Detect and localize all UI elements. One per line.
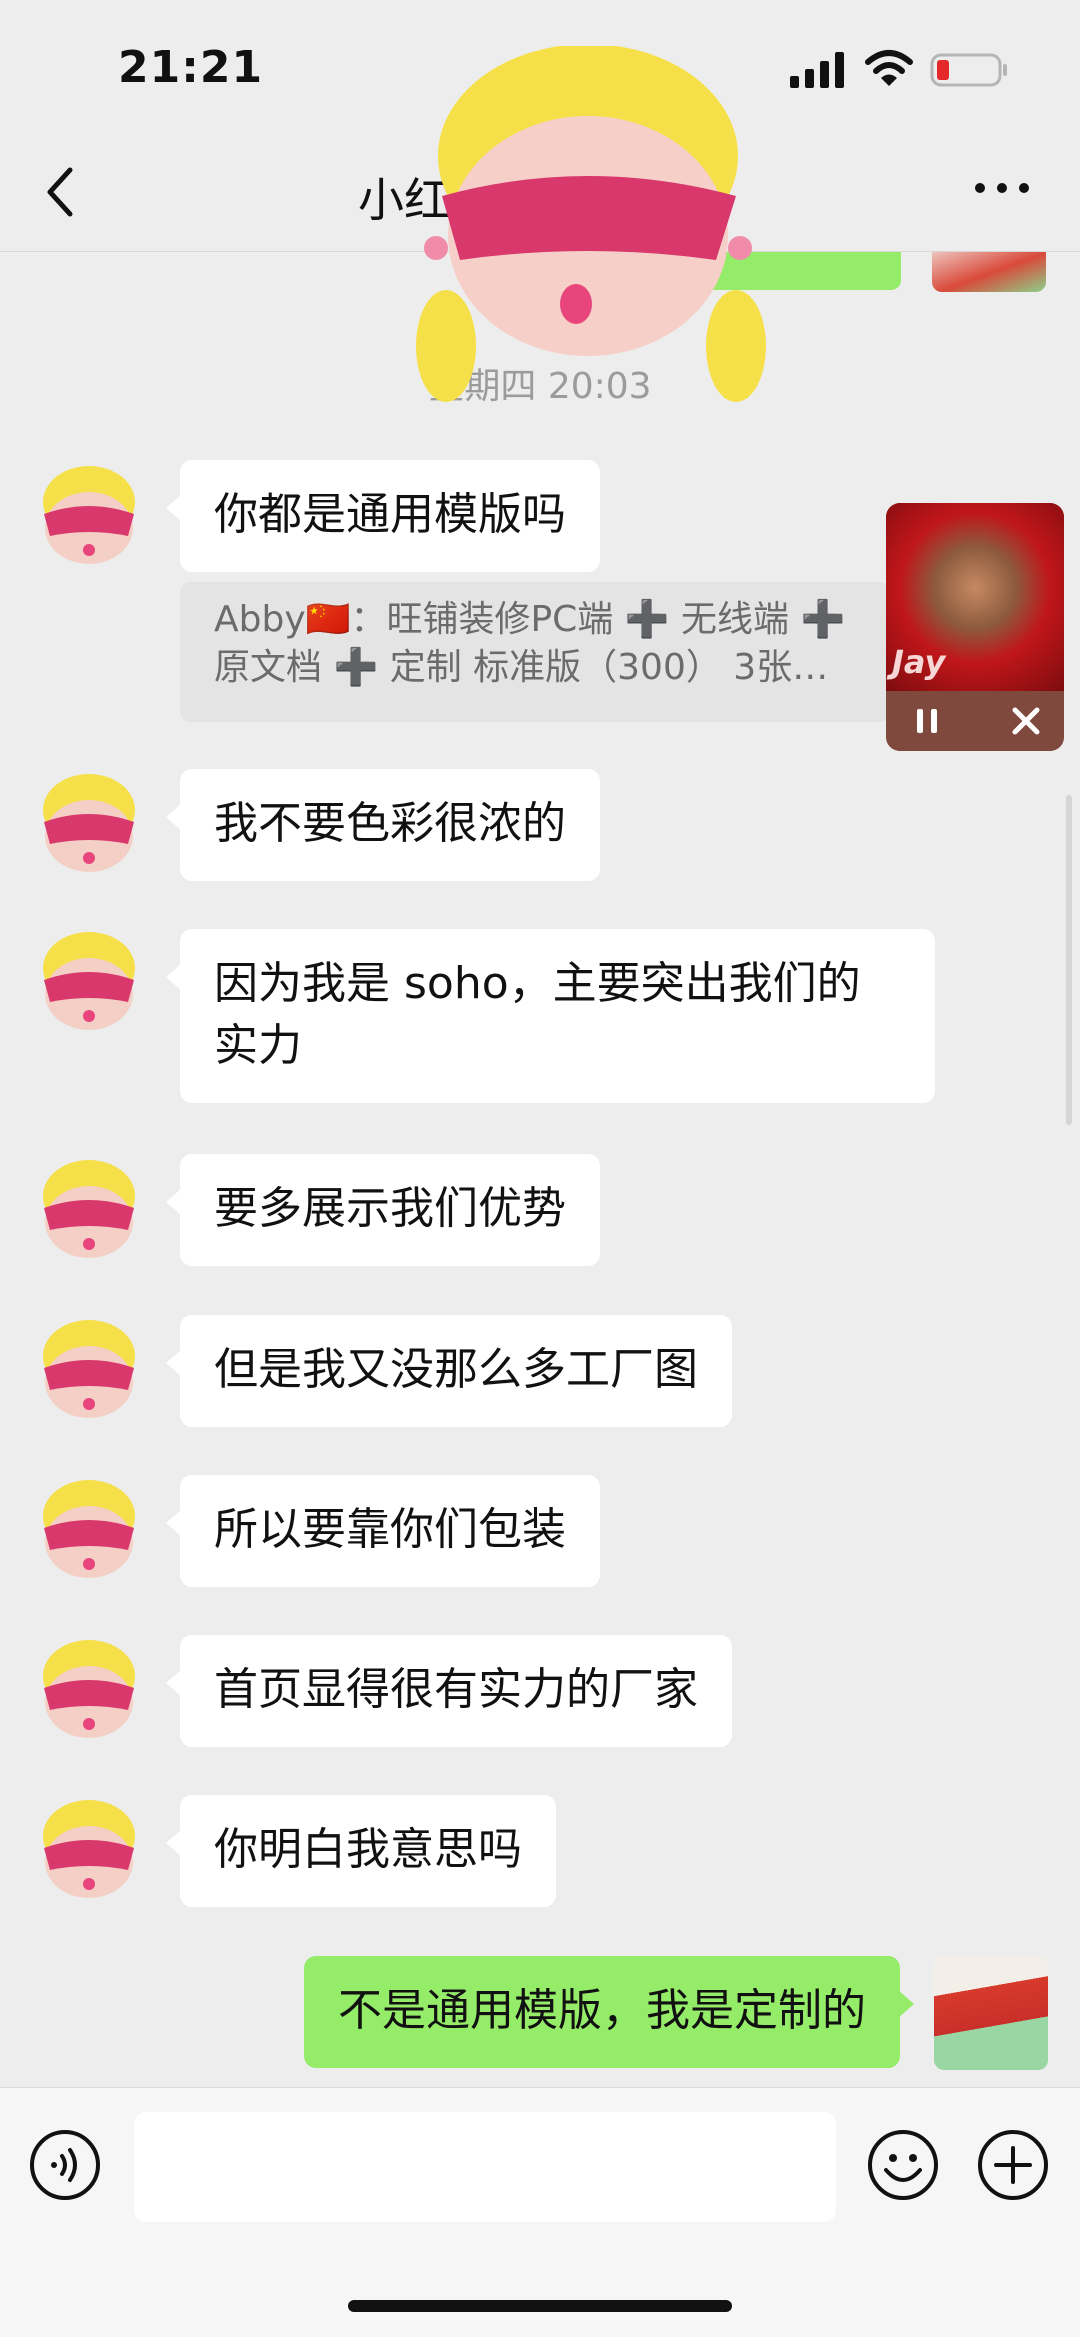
contact-avatar[interactable] <box>32 1796 146 1910</box>
quote-line-2: 原文档 ➕ 定制 标准版（300） 3张… <box>214 647 829 688</box>
home-indicator[interactable] <box>348 2300 732 2312</box>
status-time: 21:21 <box>118 42 264 93</box>
contact-avatar[interactable] <box>32 462 146 576</box>
contact-avatar[interactable] <box>32 770 146 884</box>
incoming-message[interactable]: 所以要靠你们包装 <box>166 1475 600 1587</box>
contact-avatar[interactable] <box>32 1476 146 1590</box>
player-controls <box>886 691 1064 751</box>
voice-icon[interactable] <box>28 2128 102 2202</box>
mini-music-player[interactable]: Jay <box>886 503 1064 751</box>
self-avatar[interactable] <box>932 252 1046 292</box>
sticker-overlay <box>416 46 766 402</box>
incoming-message[interactable]: 因为我是 soho，主要突出我们的实力 <box>166 929 935 1103</box>
more-icon[interactable] <box>972 178 1032 198</box>
quote-line-1: Abby🇨🇳：旺铺装修PC端 ➕ 无线端 ➕ <box>214 599 846 640</box>
pause-icon[interactable] <box>912 705 942 737</box>
incoming-message[interactable]: 要多展示我们优势 <box>166 1154 600 1266</box>
message-input[interactable] <box>134 2112 836 2222</box>
album-cover[interactable]: Jay <box>886 503 1064 691</box>
scroll-indicator[interactable] <box>1066 795 1072 1125</box>
incoming-message[interactable]: 但是我又没那么多工厂图 <box>166 1315 732 1427</box>
battery-icon <box>930 53 1007 87</box>
contact-avatar[interactable] <box>32 928 146 1042</box>
contact-avatar[interactable] <box>32 1316 146 1430</box>
incoming-message[interactable]: 首页显得很有实力的厂家 <box>166 1635 732 1747</box>
incoming-message[interactable]: 我不要色彩很浓的 <box>166 769 600 881</box>
contact-avatar[interactable] <box>32 1636 146 1750</box>
close-icon[interactable] <box>1010 705 1042 737</box>
wifi-icon <box>865 50 913 86</box>
plus-icon[interactable] <box>976 2128 1050 2202</box>
incoming-message[interactable]: 你明白我意思吗 <box>166 1795 556 1907</box>
incoming-message[interactable]: 你都是通用模版吗 <box>166 460 600 572</box>
outgoing-message[interactable]: 不是通用模版，我是定制的 <box>304 1956 914 2068</box>
album-cover-text: Jay <box>892 643 946 681</box>
back-icon[interactable] <box>40 162 80 222</box>
self-avatar[interactable] <box>934 1956 1048 2070</box>
emoji-icon[interactable] <box>866 2128 940 2202</box>
quoted-message[interactable]: Abby🇨🇳：旺铺装修PC端 ➕ 无线端 ➕ 原文档 ➕ 定制 标准版（300）… <box>180 582 890 722</box>
contact-avatar[interactable] <box>32 1156 146 1270</box>
